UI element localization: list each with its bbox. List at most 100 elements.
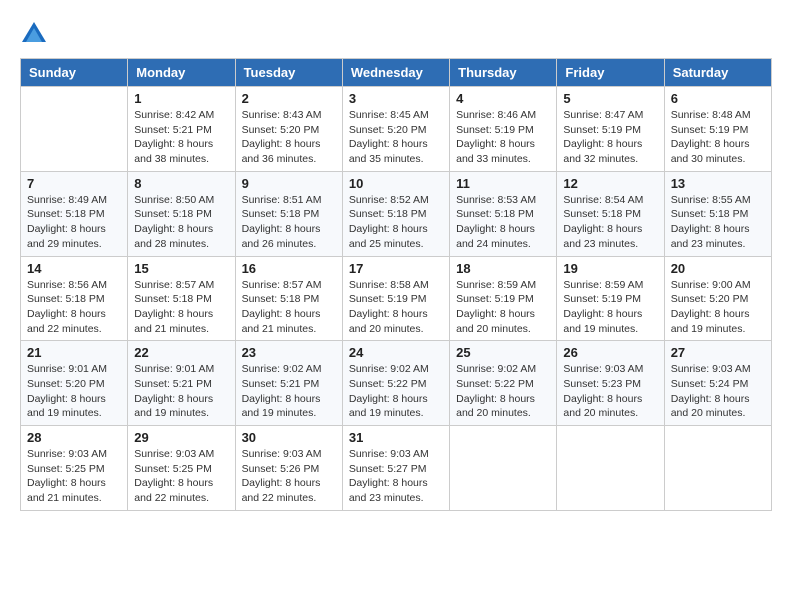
day-info: Sunrise: 9:02 AM Sunset: 5:22 PM Dayligh… <box>349 362 443 421</box>
day-number: 11 <box>456 176 550 191</box>
day-cell: 20Sunrise: 9:00 AM Sunset: 5:20 PM Dayli… <box>664 256 771 341</box>
day-info: Sunrise: 8:54 AM Sunset: 5:18 PM Dayligh… <box>563 193 657 252</box>
calendar-header-row: SundayMondayTuesdayWednesdayThursdayFrid… <box>21 59 772 87</box>
day-cell: 16 Sunrise: 8:57 AM Sunset: 5:18 PM Dayli… <box>235 256 342 341</box>
day-info: Sunrise: 8:51 AM Sunset: 5:18 PM Dayligh… <box>242 193 336 252</box>
header-thursday: Thursday <box>450 59 557 87</box>
week-row-1: 7 Sunrise: 8:49 AM Sunset: 5:18 PM Daylig… <box>21 171 772 256</box>
day-number: 10 <box>349 176 443 191</box>
day-cell: 15 Sunrise: 8:57 AM Sunset: 5:18 PM Dayli… <box>128 256 235 341</box>
day-info: Sunrise: 8:57 AM Sunset: 5:18 PM Dayligh… <box>134 278 228 337</box>
day-number: 17 <box>349 261 443 276</box>
day-cell: 23 Sunrise: 9:02 AM Sunset: 5:21 PM Dayli… <box>235 341 342 426</box>
day-cell <box>664 426 771 511</box>
day-number: 9 <box>242 176 336 191</box>
header-tuesday: Tuesday <box>235 59 342 87</box>
day-number: 7 <box>27 176 121 191</box>
day-number: 16 <box>242 261 336 276</box>
day-info: Sunrise: 8:53 AM Sunset: 5:18 PM Dayligh… <box>456 193 550 252</box>
day-cell <box>21 87 128 172</box>
day-info: Sunrise: 8:47 AM Sunset: 5:19 PM Dayligh… <box>563 108 657 167</box>
day-cell: 13 Sunrise: 8:55 AM Sunset: 5:18 PM Dayli… <box>664 171 771 256</box>
day-info: Sunrise: 9:02 AM Sunset: 5:21 PM Dayligh… <box>242 362 336 421</box>
header-monday: Monday <box>128 59 235 87</box>
day-number: 2 <box>242 91 336 106</box>
day-cell: 5 Sunrise: 8:47 AM Sunset: 5:19 PM Daylig… <box>557 87 664 172</box>
day-cell: 14 Sunrise: 8:56 AM Sunset: 5:18 PM Dayli… <box>21 256 128 341</box>
day-info: Sunrise: 8:59 AM Sunset: 5:19 PM Dayligh… <box>456 278 550 337</box>
day-number: 4 <box>456 91 550 106</box>
day-cell: 25 Sunrise: 9:02 AM Sunset: 5:22 PM Dayli… <box>450 341 557 426</box>
week-row-4: 28Sunrise: 9:03 AM Sunset: 5:25 PM Dayli… <box>21 426 772 511</box>
day-cell: 29 Sunrise: 9:03 AM Sunset: 5:25 PM Dayli… <box>128 426 235 511</box>
day-cell: 8 Sunrise: 8:50 AM Sunset: 5:18 PM Daylig… <box>128 171 235 256</box>
week-row-0: 1 Sunrise: 8:42 AM Sunset: 5:21 PM Daylig… <box>21 87 772 172</box>
day-info: Sunrise: 8:46 AM Sunset: 5:19 PM Dayligh… <box>456 108 550 167</box>
day-cell <box>557 426 664 511</box>
day-number: 1 <box>134 91 228 106</box>
day-cell: 10 Sunrise: 8:52 AM Sunset: 5:18 PM Dayli… <box>342 171 449 256</box>
day-number: 25 <box>456 345 550 360</box>
day-cell: 2 Sunrise: 8:43 AM Sunset: 5:20 PM Daylig… <box>235 87 342 172</box>
day-cell: 11 Sunrise: 8:53 AM Sunset: 5:18 PM Dayli… <box>450 171 557 256</box>
calendar-table: SundayMondayTuesdayWednesdayThursdayFrid… <box>20 58 772 511</box>
day-cell: 21Sunrise: 9:01 AM Sunset: 5:20 PM Dayli… <box>21 341 128 426</box>
day-cell: 24 Sunrise: 9:02 AM Sunset: 5:22 PM Dayli… <box>342 341 449 426</box>
day-info: Sunrise: 8:50 AM Sunset: 5:18 PM Dayligh… <box>134 193 228 252</box>
day-cell: 3 Sunrise: 8:45 AM Sunset: 5:20 PM Daylig… <box>342 87 449 172</box>
header-sunday: Sunday <box>21 59 128 87</box>
day-cell: 18 Sunrise: 8:59 AM Sunset: 5:19 PM Dayli… <box>450 256 557 341</box>
header-friday: Friday <box>557 59 664 87</box>
day-number: 13 <box>671 176 765 191</box>
day-info: Sunrise: 8:43 AM Sunset: 5:20 PM Dayligh… <box>242 108 336 167</box>
day-number: 30 <box>242 430 336 445</box>
day-info: Sunrise: 8:49 AM Sunset: 5:18 PM Dayligh… <box>27 193 121 252</box>
day-info: Sunrise: 9:03 AM Sunset: 5:25 PM Dayligh… <box>134 447 228 506</box>
day-info: Sunrise: 9:02 AM Sunset: 5:22 PM Dayligh… <box>456 362 550 421</box>
page-header <box>20 20 772 48</box>
day-number: 24 <box>349 345 443 360</box>
day-cell: 22Sunrise: 9:01 AM Sunset: 5:21 PM Dayli… <box>128 341 235 426</box>
day-cell: 28Sunrise: 9:03 AM Sunset: 5:25 PM Dayli… <box>21 426 128 511</box>
logo <box>20 20 52 48</box>
day-cell: 26Sunrise: 9:03 AM Sunset: 5:23 PM Dayli… <box>557 341 664 426</box>
day-number: 6 <box>671 91 765 106</box>
day-info: Sunrise: 8:58 AM Sunset: 5:19 PM Dayligh… <box>349 278 443 337</box>
day-cell: 1 Sunrise: 8:42 AM Sunset: 5:21 PM Daylig… <box>128 87 235 172</box>
day-number: 20 <box>671 261 765 276</box>
day-cell: 17 Sunrise: 8:58 AM Sunset: 5:19 PM Dayli… <box>342 256 449 341</box>
day-number: 18 <box>456 261 550 276</box>
day-info: Sunrise: 8:57 AM Sunset: 5:18 PM Dayligh… <box>242 278 336 337</box>
day-info: Sunrise: 9:01 AM Sunset: 5:21 PM Dayligh… <box>134 362 228 421</box>
day-number: 26 <box>563 345 657 360</box>
day-info: Sunrise: 8:56 AM Sunset: 5:18 PM Dayligh… <box>27 278 121 337</box>
day-info: Sunrise: 8:55 AM Sunset: 5:18 PM Dayligh… <box>671 193 765 252</box>
day-cell: 19 Sunrise: 8:59 AM Sunset: 5:19 PM Dayli… <box>557 256 664 341</box>
day-cell: 4 Sunrise: 8:46 AM Sunset: 5:19 PM Daylig… <box>450 87 557 172</box>
day-info: Sunrise: 9:03 AM Sunset: 5:27 PM Dayligh… <box>349 447 443 506</box>
day-number: 8 <box>134 176 228 191</box>
day-cell: 6 Sunrise: 8:48 AM Sunset: 5:19 PM Daylig… <box>664 87 771 172</box>
day-number: 5 <box>563 91 657 106</box>
day-info: Sunrise: 9:03 AM Sunset: 5:24 PM Dayligh… <box>671 362 765 421</box>
day-number: 15 <box>134 261 228 276</box>
day-info: Sunrise: 9:01 AM Sunset: 5:20 PM Dayligh… <box>27 362 121 421</box>
day-number: 23 <box>242 345 336 360</box>
day-info: Sunrise: 8:42 AM Sunset: 5:21 PM Dayligh… <box>134 108 228 167</box>
day-number: 19 <box>563 261 657 276</box>
day-info: Sunrise: 8:48 AM Sunset: 5:19 PM Dayligh… <box>671 108 765 167</box>
week-row-3: 21Sunrise: 9:01 AM Sunset: 5:20 PM Dayli… <box>21 341 772 426</box>
day-info: Sunrise: 8:59 AM Sunset: 5:19 PM Dayligh… <box>563 278 657 337</box>
day-number: 14 <box>27 261 121 276</box>
day-cell: 7 Sunrise: 8:49 AM Sunset: 5:18 PM Daylig… <box>21 171 128 256</box>
day-info: Sunrise: 8:45 AM Sunset: 5:20 PM Dayligh… <box>349 108 443 167</box>
day-info: Sunrise: 9:03 AM Sunset: 5:26 PM Dayligh… <box>242 447 336 506</box>
day-info: Sunrise: 8:52 AM Sunset: 5:18 PM Dayligh… <box>349 193 443 252</box>
day-number: 29 <box>134 430 228 445</box>
day-number: 31 <box>349 430 443 445</box>
day-number: 3 <box>349 91 443 106</box>
header-saturday: Saturday <box>664 59 771 87</box>
header-wednesday: Wednesday <box>342 59 449 87</box>
day-cell: 31 Sunrise: 9:03 AM Sunset: 5:27 PM Dayli… <box>342 426 449 511</box>
day-cell: 9 Sunrise: 8:51 AM Sunset: 5:18 PM Daylig… <box>235 171 342 256</box>
